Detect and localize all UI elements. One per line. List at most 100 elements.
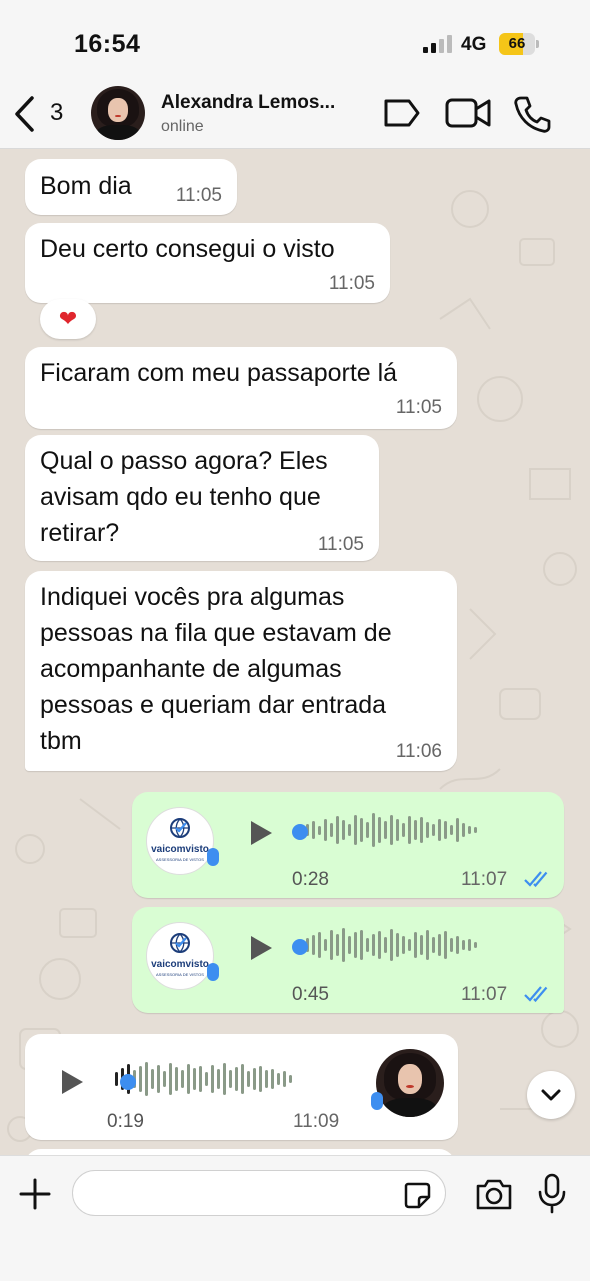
read-receipt-icon	[524, 871, 548, 888]
waveform-bar	[396, 819, 399, 841]
message-bubble-incoming[interactable]: Indiquei vocês pra algumas pessoas na fi…	[25, 571, 457, 771]
message-text-line: avisam qdo eu tenho que	[40, 483, 321, 511]
waveform-bar	[229, 1070, 232, 1088]
audio-duration: 0:45	[292, 984, 329, 1005]
contact-status: online	[161, 118, 204, 135]
microphone-icon[interactable]	[536, 1172, 568, 1214]
waveform-bar	[145, 1062, 148, 1096]
waveform-bar	[432, 824, 435, 836]
message-text: Ficaram com meu passaporte lá	[40, 359, 398, 387]
waveform-bar	[402, 936, 405, 954]
chevron-down-icon	[541, 1089, 561, 1101]
waveform-bar	[420, 935, 423, 955]
waveform-bar	[312, 821, 315, 839]
waveform-bar	[217, 1069, 220, 1089]
waveform-bar	[384, 821, 387, 839]
message-text-line: Qual o passo agora? Eles	[40, 447, 328, 475]
sticker-icon[interactable]	[402, 1180, 432, 1210]
logo-text: vaicomvisto	[151, 959, 209, 970]
logo-subtext: ASSESSORIA DE VISTOS	[156, 972, 204, 977]
playback-position[interactable]	[292, 939, 308, 955]
waveform-bar	[378, 817, 381, 843]
message-text-line: acompanhante de algumas	[40, 655, 342, 683]
waveform-bar	[390, 815, 393, 845]
label-tag-icon[interactable]	[381, 98, 421, 128]
waveform-bar	[205, 1072, 208, 1086]
message-text-line: pessoas na fila que estavam de	[40, 619, 392, 647]
waveform-bar	[157, 1065, 160, 1093]
waveform-bar	[474, 827, 477, 833]
back-button[interactable]: 3	[10, 94, 76, 134]
message-time: 11:05	[395, 397, 442, 418]
waveform-bar	[378, 931, 381, 959]
audio-waveform[interactable]	[300, 928, 480, 968]
scroll-to-bottom-button[interactable]	[527, 1071, 575, 1119]
message-text: Deu certo consegui o visto	[40, 235, 335, 263]
waveform-bar	[438, 819, 441, 841]
playback-position[interactable]	[292, 824, 308, 840]
message-time: 11:05	[317, 534, 364, 555]
waveform-bar	[324, 939, 327, 951]
waveform-bar	[181, 1070, 184, 1088]
waveform-bar	[336, 934, 339, 956]
message-text-line: Indiquei vocês pra algumas	[40, 583, 345, 611]
message-input[interactable]	[72, 1170, 446, 1216]
waveform-bar	[312, 935, 315, 955]
waveform-bar	[151, 1069, 154, 1089]
waveform-bar	[318, 825, 321, 835]
sender-logo: vaicomvisto ASSESSORIA DE VISTOS	[146, 922, 214, 990]
waveform-bar	[163, 1071, 166, 1087]
unread-count: 3	[50, 99, 64, 126]
play-icon[interactable]	[251, 821, 272, 845]
waveform-bar	[247, 1071, 250, 1087]
message-text-line: pessoas e queriam dar entrada	[40, 691, 387, 719]
plus-icon[interactable]	[17, 1176, 53, 1212]
contact-name[interactable]: Alexandra Lemos...	[161, 92, 335, 114]
play-icon[interactable]	[251, 936, 272, 960]
waveform-bar	[366, 822, 369, 838]
message-bubble-incoming[interactable]: Bom dia 11:05	[25, 159, 237, 215]
message-time: 11:07	[461, 869, 508, 890]
sender-avatar	[376, 1049, 444, 1117]
waveform-bar	[372, 934, 375, 956]
message-input-bar	[0, 1155, 590, 1281]
voice-message-outgoing[interactable]: vaicomvisto ASSESSORIA DE VISTOS 0:45 11…	[132, 907, 564, 1013]
waveform-bar	[115, 1072, 118, 1086]
waveform-bar	[271, 1069, 274, 1089]
message-reaction[interactable]: ❤	[40, 299, 96, 339]
waveform-bar	[348, 936, 351, 954]
globe-check-icon	[170, 818, 190, 838]
status-time: 16:54	[74, 30, 141, 58]
waveform-bar	[330, 823, 333, 837]
message-time: 11:05	[175, 185, 222, 206]
waveform-bar	[468, 939, 471, 951]
waveform-bar	[450, 825, 453, 835]
voice-message-outgoing[interactable]: vaicomvisto ASSESSORIA DE VISTOS 0:28 11…	[132, 792, 564, 898]
waveform-bar	[462, 823, 465, 837]
message-bubble-incoming[interactable]: Deu certo consegui o visto 11:05	[25, 223, 390, 303]
waveform-bar	[342, 820, 345, 840]
voice-message-incoming[interactable]: 0:19 11:09	[25, 1034, 458, 1140]
message-bubble-incoming[interactable]: Ficaram com meu passaporte lá 11:05	[25, 347, 457, 429]
waveform-bar	[462, 940, 465, 950]
waveform-bar	[444, 821, 447, 839]
playback-position[interactable]	[119, 1074, 136, 1090]
waveform-bar	[253, 1068, 256, 1090]
message-time: 11:09	[293, 1111, 340, 1132]
message-bubble-incoming[interactable]: Qual o passo agora? Eles avisam qdo eu t…	[25, 435, 379, 561]
audio-waveform[interactable]	[115, 1062, 295, 1102]
chat-area[interactable]: Bom dia 11:05 Deu certo consegui o visto…	[0, 149, 590, 1155]
battery-icon: 66	[499, 33, 539, 55]
logo-subtext: ASSESSORIA DE VISTOS	[156, 857, 204, 862]
waveform-bar	[414, 932, 417, 958]
camera-icon[interactable]	[474, 1176, 514, 1212]
chevron-left-icon	[15, 96, 34, 132]
contact-avatar[interactable]	[91, 86, 145, 140]
play-icon[interactable]	[62, 1070, 83, 1094]
audio-waveform[interactable]	[300, 813, 480, 853]
phone-icon[interactable]	[512, 94, 552, 134]
waveform-bar	[426, 930, 429, 960]
waveform-bar	[474, 942, 477, 948]
waveform-bar	[265, 1070, 268, 1088]
video-call-icon[interactable]	[444, 96, 492, 130]
